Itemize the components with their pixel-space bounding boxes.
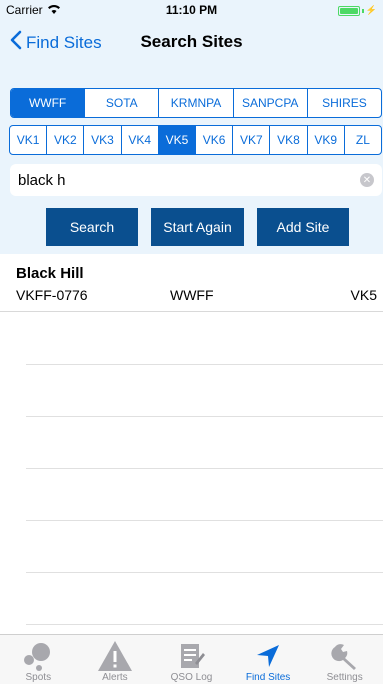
spots-icon xyxy=(18,639,58,673)
segment-zl[interactable]: ZL xyxy=(343,126,381,154)
navigation-bar: Find Sites Search Sites xyxy=(0,20,383,64)
tab-label: QSO Log xyxy=(170,673,213,683)
clock: 11:10 PM xyxy=(165,3,218,17)
start-again-button[interactable]: Start Again xyxy=(151,208,244,246)
alert-icon xyxy=(95,639,135,673)
program-selector: WWFF SOTA KRMNPA SANPCPA SHIRES xyxy=(10,88,382,118)
divider xyxy=(26,468,383,469)
search-input[interactable] xyxy=(18,171,360,189)
wrench-icon xyxy=(325,639,365,673)
divider xyxy=(26,416,383,417)
search-button[interactable]: Search xyxy=(46,208,138,246)
segment-vk7[interactable]: VK7 xyxy=(232,126,269,154)
segment-sanpcpa[interactable]: SANPCPA xyxy=(232,89,307,117)
status-bar: Carrier 11:10 PM ⚡ xyxy=(0,0,383,20)
tab-label: Alerts xyxy=(102,673,128,683)
segment-vk3[interactable]: VK3 xyxy=(83,126,120,154)
battery-icon: ⚡ xyxy=(337,5,377,16)
search-panel: WWFF SOTA KRMNPA SANPCPA SHIRES VK1 VK2 VK3 VK4… xyxy=(0,64,383,254)
segment-wwff[interactable]: WWFF xyxy=(11,89,85,117)
tab-label: Spots xyxy=(25,673,52,683)
tab-label: Find Sites xyxy=(245,673,291,683)
divider xyxy=(26,572,383,573)
segment-vk1[interactable]: VK1 xyxy=(10,126,46,154)
site-region: VK5 xyxy=(350,287,377,303)
tab-spots[interactable]: Spots xyxy=(0,635,77,684)
tab-bar: Spots Alerts QSO Log Find Sites Settings xyxy=(0,634,383,684)
divider xyxy=(26,364,383,365)
segment-vk6[interactable]: VK6 xyxy=(195,126,232,154)
site-program: WWFF xyxy=(170,287,214,303)
tab-settings[interactable]: Settings xyxy=(306,635,383,684)
region-selector: VK1 VK2 VK3 VK4 VK5 VK6 VK7 VK8 VK9 ZL xyxy=(9,125,382,155)
tab-find-sites[interactable]: Find Sites xyxy=(230,635,307,684)
search-field: ✕ xyxy=(10,164,382,196)
divider xyxy=(26,624,383,625)
results-list: Black Hill VKFF-0776 WWFF VK5 xyxy=(0,254,383,634)
log-icon xyxy=(171,639,211,673)
segment-vk4[interactable]: VK4 xyxy=(120,126,158,154)
tab-alerts[interactable]: Alerts xyxy=(77,635,154,684)
segment-krmnpa[interactable]: KRMNPA xyxy=(158,89,232,117)
result-row[interactable]: Black Hill VKFF-0776 WWFF VK5 xyxy=(0,262,383,312)
page-title: Search Sites xyxy=(140,32,243,51)
segment-vk2[interactable]: VK2 xyxy=(46,126,83,154)
tab-label: Settings xyxy=(326,673,363,683)
divider xyxy=(26,520,383,521)
segment-vk5[interactable]: VK5 xyxy=(157,126,196,154)
segment-vk9[interactable]: VK9 xyxy=(306,126,344,154)
site-name: Black Hill xyxy=(16,265,84,282)
tab-qso-log[interactable]: QSO Log xyxy=(153,635,230,684)
segment-vk8[interactable]: VK8 xyxy=(269,126,306,154)
segment-sota[interactable]: SOTA xyxy=(84,89,158,117)
add-site-button[interactable]: Add Site xyxy=(257,208,349,246)
segment-shires[interactable]: SHIRES xyxy=(306,89,381,117)
clear-icon[interactable]: ✕ xyxy=(360,173,374,187)
site-reference: VKFF-0776 xyxy=(16,287,88,303)
location-arrow-icon xyxy=(248,639,288,673)
